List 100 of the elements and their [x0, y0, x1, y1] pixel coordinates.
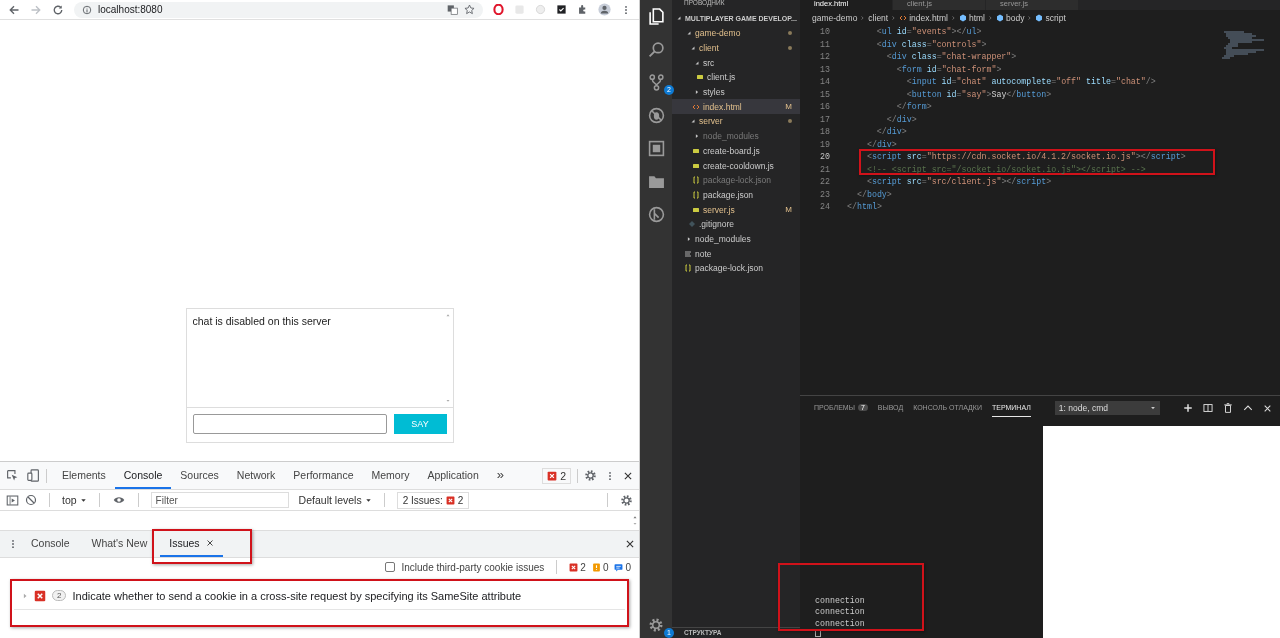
collapsed-arrow-icon[interactable] — [694, 89, 700, 96]
devtools-tab[interactable]: Sources — [171, 462, 228, 489]
close-icon[interactable] — [625, 539, 635, 549]
braces-file-icon — [684, 264, 692, 273]
code-line: <form id="chat-form"> — [895, 63, 1003, 76]
devtools-tab[interactable]: Performance — [284, 462, 363, 489]
tree-item[interactable]: package-lock.json — [672, 172, 800, 188]
checkbox[interactable] — [385, 562, 396, 572]
drawer-tab[interactable]: Console — [22, 531, 79, 557]
tree-item[interactable]: note — [672, 246, 800, 261]
device-icon[interactable] — [27, 469, 40, 482]
settings-icon[interactable] — [648, 617, 664, 633]
settings-icon[interactable] — [584, 469, 597, 482]
split-icon[interactable] — [1203, 403, 1213, 413]
line-number: 11 — [819, 38, 831, 51]
issue-count: 2 — [580, 561, 586, 573]
tree-item[interactable]: client — [672, 40, 800, 56]
devtools-tab[interactable]: Memory — [362, 462, 419, 489]
address-bar[interactable]: localhost:8080 — [74, 1, 483, 18]
more-tabs[interactable]: » — [487, 462, 513, 489]
breadcrumb-item[interactable]: script — [1045, 13, 1066, 23]
tree-item[interactable]: .gitignore — [672, 216, 800, 232]
breadcrumb-item[interactable]: body — [1006, 13, 1025, 23]
drawer-tab[interactable]: Issues — [160, 531, 223, 557]
braces-file-icon — [692, 176, 700, 185]
search-icon[interactable] — [647, 41, 665, 58]
sidebar-icon[interactable] — [6, 493, 19, 507]
tree-item[interactable]: src — [672, 55, 800, 71]
cube-icon — [958, 14, 967, 22]
opera-icon[interactable] — [493, 4, 504, 15]
collapsed-arrow-icon[interactable] — [686, 235, 692, 242]
expanded-arrow-icon[interactable] — [694, 59, 700, 66]
breadcrumb-item[interactable]: game-demo — [812, 13, 858, 23]
expanded-arrow-icon[interactable] — [686, 30, 692, 37]
chat-input[interactable] — [192, 414, 387, 434]
tree-item[interactable]: server.js M — [672, 202, 800, 217]
code-line: <input id="chat" autocomplete="off" title="chat"/> — [905, 76, 1157, 88]
tree-item[interactable]: package.json — [672, 187, 800, 203]
issues-button[interactable]: 2 Issues: 2 — [396, 491, 470, 509]
issue-count: 0 — [602, 561, 609, 573]
code-line: </div> — [875, 126, 908, 138]
terminal-line: connection — [815, 606, 866, 618]
breadcrumb-item[interactable]: client — [868, 13, 889, 23]
files-icon[interactable] — [647, 8, 665, 25]
clear-icon[interactable] — [25, 494, 37, 506]
back-icon[interactable] — [8, 3, 20, 16]
levels-select[interactable]: Default levels — [298, 494, 372, 506]
close-icon[interactable] — [623, 470, 633, 481]
avatar-icon[interactable] — [598, 3, 611, 16]
terminal-select[interactable]: 1: node, cmd — [1054, 401, 1160, 415]
error-icon — [569, 562, 579, 572]
translate-icon[interactable] — [447, 4, 458, 15]
tree-item[interactable]: client.js — [672, 70, 800, 85]
git-status: M — [785, 102, 792, 112]
tree-item[interactable]: server — [672, 114, 800, 129]
breadcrumb-item[interactable]: html — [968, 13, 985, 23]
devtools-tab[interactable]: Elements — [53, 462, 115, 489]
expanded-arrow-icon[interactable] — [690, 118, 696, 125]
tree-item[interactable]: package-lock.json — [672, 261, 800, 276]
tree-item[interactable]: game-demo — [672, 26, 800, 41]
branch-icon[interactable] — [647, 74, 665, 91]
code-line: <script src="src/client.js"></script> — [865, 176, 1053, 188]
drawer-tab[interactable]: What's New — [82, 531, 157, 557]
shield-check-icon[interactable] — [556, 4, 567, 15]
code-line: </form> — [895, 101, 933, 113]
devtools-tab[interactable]: Network — [227, 462, 285, 489]
tree-item[interactable]: node_modules — [672, 128, 800, 144]
trash-icon[interactable] — [1223, 403, 1233, 413]
count-badge: 2 — [52, 590, 67, 601]
folder-icon[interactable] — [647, 173, 665, 190]
code-line: <button id="say">Say</button> — [905, 88, 1053, 101]
context-select[interactable]: top — [62, 494, 87, 506]
warning-icon — [591, 562, 601, 572]
devtools-tab[interactable]: Application — [418, 462, 488, 489]
code-line: <ul id="events"></ul> — [875, 26, 983, 38]
devtools-tab[interactable]: Console — [114, 462, 172, 489]
no-bug-icon[interactable] — [647, 107, 665, 124]
tree-item[interactable]: node_modules — [672, 231, 800, 247]
filter-field[interactable]: Filter — [150, 492, 289, 508]
puzzle-icon[interactable] — [577, 4, 588, 15]
error-counter[interactable]: 2 — [542, 467, 571, 484]
settings-icon[interactable] — [620, 493, 633, 507]
breadcrumb-item[interactable]: index.html — [909, 13, 948, 23]
tree-item[interactable]: create-board.js — [672, 143, 800, 159]
eye-icon[interactable] — [111, 494, 126, 506]
star-icon[interactable] — [464, 4, 475, 15]
chevron-up-icon[interactable] — [1243, 403, 1253, 413]
cube-icon — [1035, 14, 1044, 22]
tree-item[interactable]: styles — [672, 84, 800, 100]
close-icon[interactable] — [205, 539, 214, 547]
tree-item[interactable]: create-cooldown.js — [672, 158, 800, 173]
plus-icon[interactable] — [1183, 403, 1193, 413]
extensions-icon[interactable] — [647, 140, 665, 157]
tree-item[interactable]: index.html M — [672, 99, 800, 115]
reload-icon[interactable] — [52, 3, 64, 16]
collapsed-arrow-icon[interactable] — [694, 133, 700, 140]
code-line: <div class="chat-wrapper"> — [885, 51, 1018, 63]
inspect-icon[interactable] — [6, 469, 19, 482]
expanded-arrow-icon[interactable] — [690, 45, 696, 52]
issue-title[interactable]: Indicate whether to send a cookie in a cross-site request by specifying its SameSite attribute — [72, 589, 522, 602]
